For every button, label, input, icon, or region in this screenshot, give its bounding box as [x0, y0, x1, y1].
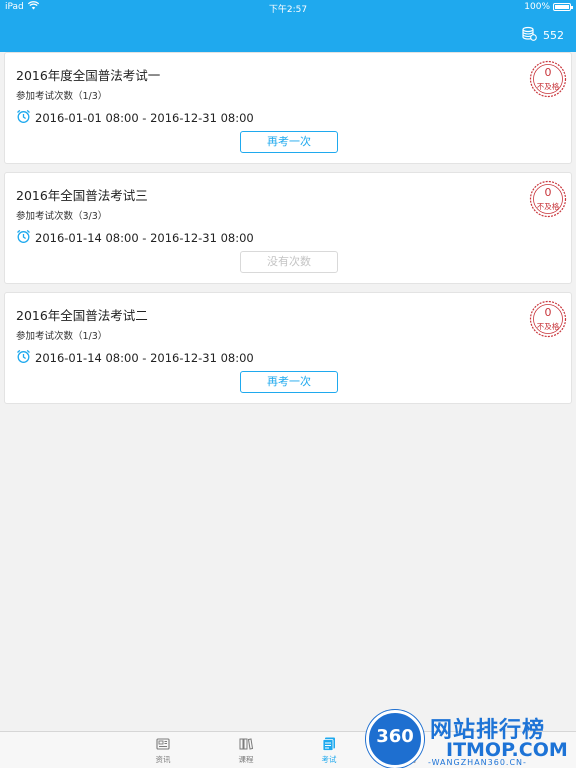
exam-card[interactable]: 2016年度全国普法考试一 参加考试次数（1/3） 2016-01-01 08:…: [4, 52, 572, 164]
news-icon: [155, 736, 171, 752]
status-bar: iPad 下午2:57 100%: [0, 0, 576, 15]
stamp-score: 0: [544, 306, 552, 319]
exam-attempts: 参加考试次数（1/3）: [16, 91, 108, 102]
stamp-result: 不及格: [536, 202, 560, 211]
tab-label: 资讯: [155, 755, 171, 764]
retake-button[interactable]: 再考一次: [240, 131, 338, 153]
coin-balance[interactable]: 552: [522, 26, 564, 44]
exam-date-row: 2016-01-14 08:00 - 2016-12-31 08:00: [16, 349, 254, 367]
stamp-result: 不及格: [536, 322, 560, 331]
watermark-logo: 360: [366, 710, 424, 768]
stamp-score: 0: [544, 66, 552, 79]
battery-icon: [553, 3, 573, 11]
coin-stack-icon: [522, 26, 537, 44]
alarm-clock-icon: [16, 349, 31, 367]
no-attempts-button: 没有次数: [240, 251, 338, 273]
alarm-clock-icon: [16, 229, 31, 247]
watermark-domain: -WANGZHAN360.CN-: [428, 758, 527, 767]
exam-icon: [321, 736, 337, 752]
site-watermark: 360 网站排行榜 ITMOP.COM -WANGZHAN360.CN-: [362, 706, 576, 768]
exam-date-range: 2016-01-01 08:00 - 2016-12-31 08:00: [35, 111, 254, 125]
exam-date-row: 2016-01-01 08:00 - 2016-12-31 08:00: [16, 109, 254, 127]
tab-news[interactable]: 资讯: [143, 736, 183, 765]
exam-title: 2016年全国普法考试三: [16, 188, 148, 203]
fail-stamp: 0 不及格: [529, 60, 567, 98]
tab-label: 考试: [321, 755, 337, 764]
retake-button[interactable]: 再考一次: [240, 371, 338, 393]
battery-percent: 100%: [524, 2, 550, 12]
exam-card[interactable]: 2016年全国普法考试三 参加考试次数（3/3） 2016-01-14 08:0…: [4, 172, 572, 284]
exam-title: 2016年全国普法考试二: [16, 308, 148, 323]
stamp-score: 0: [544, 186, 552, 199]
exam-date-range: 2016-01-14 08:00 - 2016-12-31 08:00: [35, 231, 254, 245]
app-header: iPad 下午2:57 100% 552: [0, 0, 576, 52]
tab-label: 课程: [238, 755, 254, 764]
tab-courses[interactable]: 课程: [226, 736, 266, 765]
exam-title: 2016年度全国普法考试一: [16, 68, 161, 83]
fail-stamp: 0 不及格: [529, 300, 567, 338]
exam-date-row: 2016-01-14 08:00 - 2016-12-31 08:00: [16, 229, 254, 247]
tab-exams[interactable]: 考试: [309, 736, 349, 765]
coin-count: 552: [543, 28, 564, 42]
exam-attempts: 参加考试次数（3/3）: [16, 211, 108, 222]
exam-date-range: 2016-01-14 08:00 - 2016-12-31 08:00: [35, 351, 254, 365]
exam-attempts: 参加考试次数（1/3）: [16, 331, 108, 342]
fail-stamp: 0 不及格: [529, 180, 567, 218]
stamp-result: 不及格: [536, 82, 560, 91]
alarm-clock-icon: [16, 109, 31, 127]
clock-time: 下午2:57: [268, 5, 308, 15]
exam-card[interactable]: 2016年全国普法考试二 参加考试次数（1/3） 2016-01-14 08:0…: [4, 292, 572, 404]
books-icon: [238, 736, 254, 752]
